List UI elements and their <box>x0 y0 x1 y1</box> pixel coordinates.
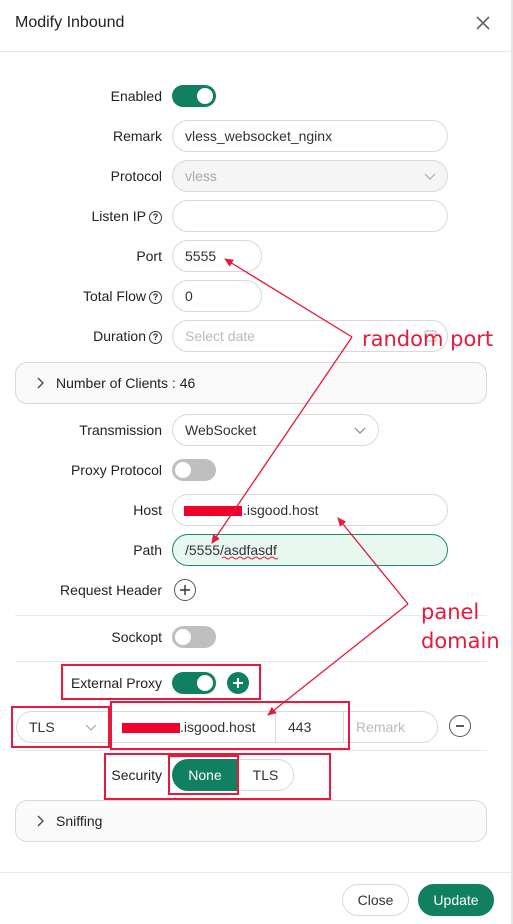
spellcheck-underline <box>222 556 278 560</box>
protocol-value: vless <box>185 168 217 184</box>
help-icon[interactable]: ? <box>149 331 162 344</box>
enabled-toggle[interactable] <box>172 85 216 107</box>
transmission-value: WebSocket <box>185 422 257 438</box>
update-button[interactable]: Update <box>418 884 494 916</box>
ext-proxy-remark-input[interactable]: Remark <box>343 711 438 743</box>
enabled-label: Enabled <box>110 88 162 104</box>
help-icon[interactable]: ? <box>149 291 162 304</box>
close-button[interactable]: Close <box>342 884 409 916</box>
path-label: Path <box>133 542 162 558</box>
toggle-knob <box>197 675 213 691</box>
security-label: Security <box>111 767 162 783</box>
host-label: Host <box>133 502 162 518</box>
port-label: Port <box>136 248 162 264</box>
transmission-label: Transmission <box>79 422 162 438</box>
total-flow-label: Total Flow? <box>83 288 162 304</box>
proxy-protocol-label: Proxy Protocol <box>70 462 162 478</box>
toggle-knob <box>197 88 213 104</box>
path-input[interactable]: /5555/asdfasdf <box>172 534 448 566</box>
divider <box>15 750 487 751</box>
sockopt-toggle[interactable] <box>172 626 216 648</box>
proxy-protocol-toggle[interactable] <box>172 459 216 481</box>
security-option-tls[interactable]: TLS <box>237 759 294 791</box>
divider <box>15 661 487 662</box>
add-request-header-button[interactable] <box>174 579 196 601</box>
transmission-select[interactable]: WebSocket <box>172 414 379 446</box>
sockopt-label: Sockopt <box>111 629 162 645</box>
plus-icon <box>180 585 190 595</box>
dialog-header: Modify Inbound <box>0 0 513 52</box>
remark-input[interactable]: vless_websocket_nginx <box>172 120 448 152</box>
redaction-mark <box>184 506 242 516</box>
protocol-label: Protocol <box>110 168 162 184</box>
remove-external-proxy-button[interactable] <box>449 715 471 737</box>
annotation-panel-line2: domain <box>421 629 500 653</box>
plus-icon <box>233 678 243 688</box>
listen-ip-label-text: Listen IP <box>91 208 146 224</box>
security-option-none[interactable]: None <box>172 759 238 791</box>
duration-label: Duration? <box>93 328 162 344</box>
arrow-to-ext-host <box>267 603 409 716</box>
toggle-knob <box>175 462 191 478</box>
chevron-right-icon <box>37 377 44 389</box>
annotation-panel-line1: panel <box>421 600 480 624</box>
port-input[interactable]: 5555 <box>172 240 262 272</box>
chevron-down-icon <box>85 724 97 731</box>
protocol-select[interactable]: vless <box>172 160 448 192</box>
external-proxy-toggle[interactable] <box>172 672 216 694</box>
close-icon[interactable] <box>474 14 492 32</box>
annotation-random-port: random port <box>362 327 494 351</box>
divider <box>15 615 487 616</box>
chevron-down-icon <box>424 173 436 180</box>
help-icon[interactable]: ? <box>149 211 162 224</box>
toggle-knob <box>175 629 191 645</box>
add-external-proxy-button[interactable] <box>227 672 249 694</box>
sniffing-panel[interactable]: Sniffing <box>15 800 487 842</box>
chevron-down-icon <box>354 427 366 434</box>
clients-panel-title: Number of Clients : 46 <box>56 375 196 391</box>
remark-label: Remark <box>112 128 162 144</box>
total-flow-input[interactable]: 0 <box>172 280 262 312</box>
listen-ip-input[interactable] <box>172 200 448 232</box>
clients-panel[interactable]: Number of Clients : 46 <box>15 362 487 404</box>
ext-proxy-port-input[interactable]: 443 <box>275 711 344 743</box>
external-proxy-label: External Proxy <box>70 675 162 691</box>
dialog-title: Modify Inbound <box>15 14 125 31</box>
sniffing-panel-title: Sniffing <box>56 813 103 829</box>
duration-label-text: Duration <box>93 328 146 344</box>
total-flow-label-text: Total Flow <box>82 288 146 304</box>
listen-ip-label: Listen IP? <box>92 208 162 224</box>
minus-icon <box>456 725 464 727</box>
ext-proxy-security-value: TLS <box>29 719 55 735</box>
request-header-label: Request Header <box>60 582 162 598</box>
chevron-right-icon <box>37 815 44 827</box>
redaction-mark <box>122 723 180 733</box>
